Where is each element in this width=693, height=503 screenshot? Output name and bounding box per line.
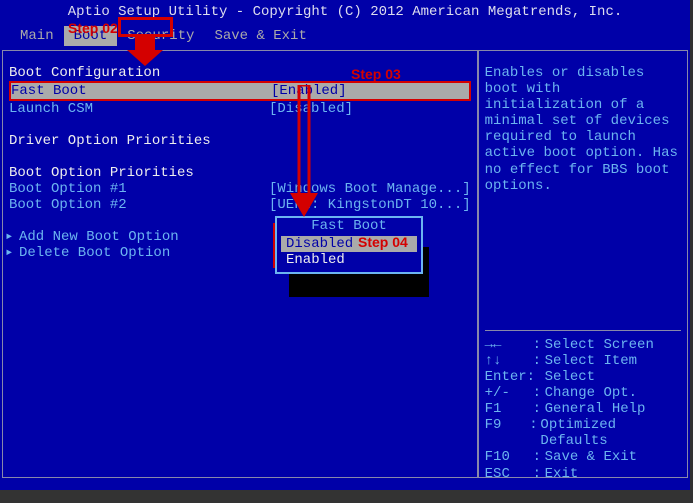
row-launch-csm[interactable]: Launch CSM [Disabled] (9, 101, 471, 117)
row-boot-opt-1[interactable]: Boot Option #1 [Windows Boot Manage...] (9, 181, 471, 197)
menu-main[interactable]: Main (10, 26, 64, 46)
launch-csm-label: Launch CSM (9, 101, 269, 117)
legend-select-item: ↑↓:Select Item (485, 353, 681, 369)
legend-esc: ESC:Exit (485, 466, 681, 482)
step03-arrow-icon (288, 85, 320, 220)
chevron-right-icon: ▸ (5, 245, 13, 261)
legend-enter: Enter:Select (485, 369, 681, 385)
section-boot-priorities: Boot Option Priorities (9, 165, 471, 181)
step02-label: Step 02 (68, 20, 118, 36)
boot1-label: Boot Option #1 (9, 181, 269, 197)
menu-save-exit[interactable]: Save & Exit (204, 26, 316, 46)
popup-option-enabled[interactable]: Enabled (281, 252, 417, 268)
section-driver-priorities: Driver Option Priorities (9, 133, 471, 149)
step03-label: Step 03 (351, 66, 401, 82)
help-text: Enables or disables boot with initializa… (485, 65, 681, 194)
step02-arrow-icon (125, 36, 165, 68)
row-boot-opt-2[interactable]: Boot Option #2 [UEFI: KingstonDT 10...] (9, 197, 471, 213)
divider (485, 330, 681, 331)
legend-f9: F9:Optimized Defaults (485, 417, 681, 449)
row-fast-boot[interactable]: Fast Boot [Enabled] (9, 81, 471, 101)
section-boot-config: Boot Configuration (9, 65, 471, 81)
chevron-right-icon: ▸ (5, 229, 13, 245)
boot2-label: Boot Option #2 (9, 197, 269, 213)
step04-label: Step 04 (358, 234, 408, 250)
fast-boot-label: Fast Boot (11, 83, 271, 99)
legend-f1: F1:General Help (485, 401, 681, 417)
legend-select-screen: →←:Select Screen (485, 337, 681, 353)
right-panel: Enables or disables boot with initializa… (478, 50, 688, 478)
legend-change-opt: +/-:Change Opt. (485, 385, 681, 401)
popup-title: Fast Boot (307, 218, 391, 234)
legend-f10: F10:Save & Exit (485, 449, 681, 465)
bios-screen: Aptio Setup Utility - Copyright (C) 2012… (0, 0, 690, 490)
